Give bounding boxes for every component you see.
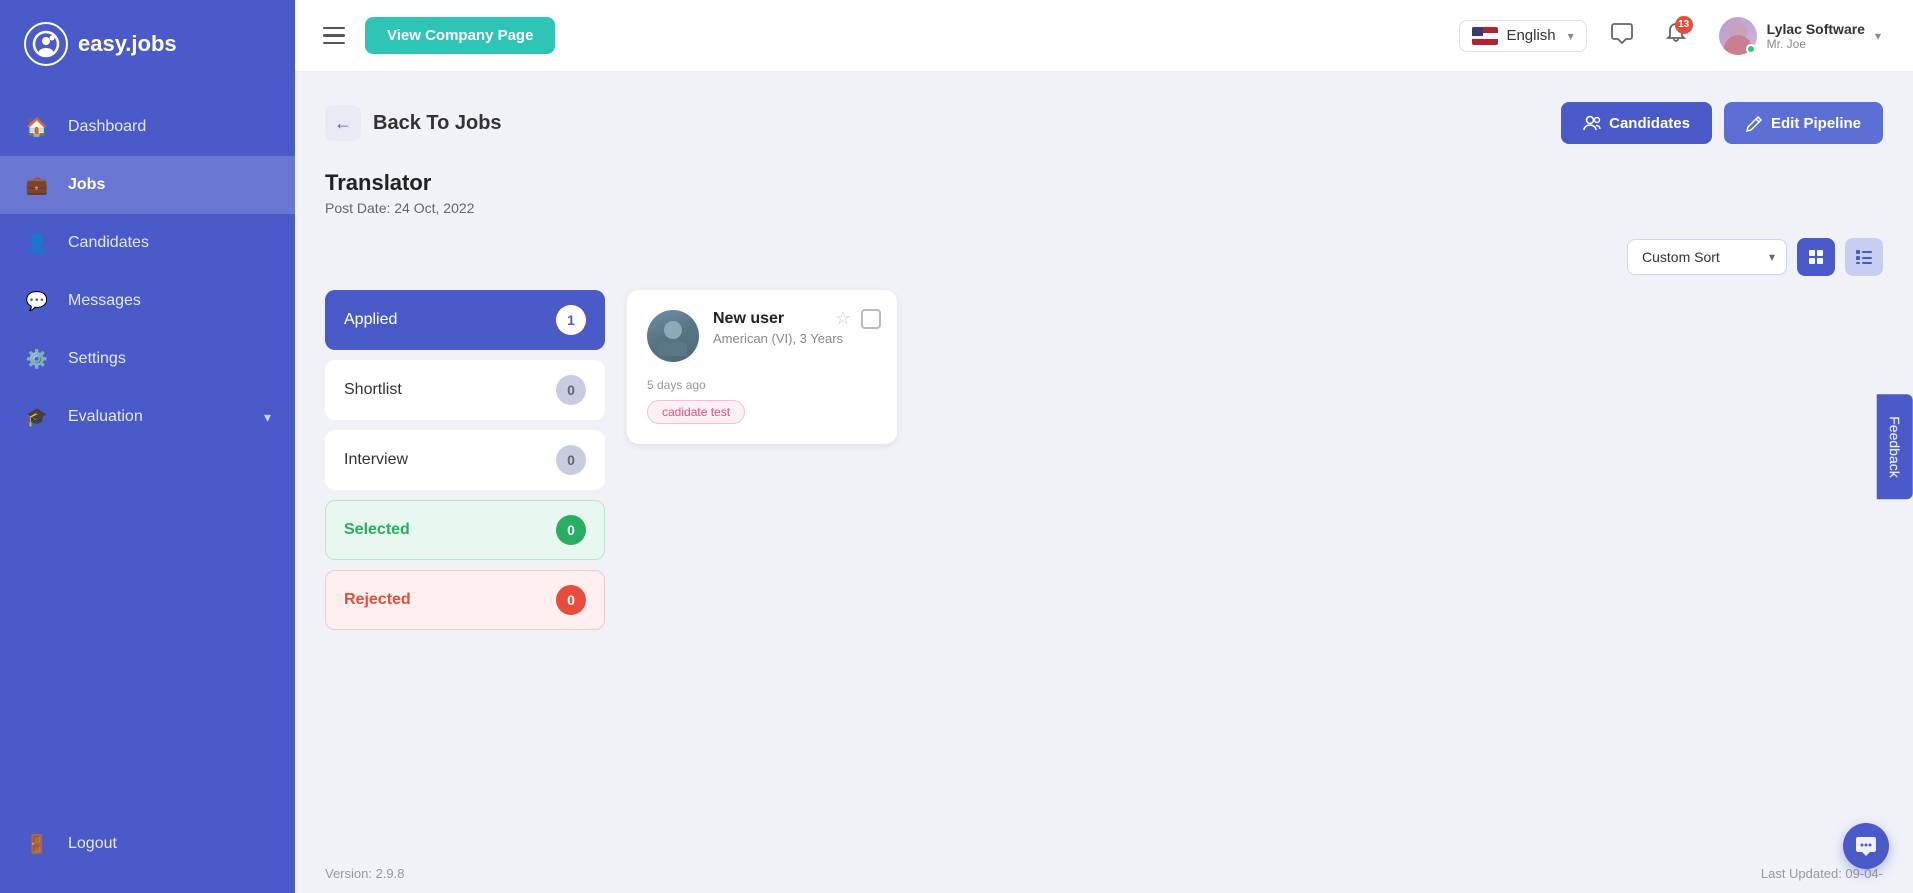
- card-actions: ☆: [833, 306, 881, 331]
- chat-button[interactable]: [1603, 18, 1641, 54]
- sidebar-item-jobs[interactable]: 💼 Jobs: [0, 156, 295, 214]
- stage-rejected-label: Rejected: [344, 591, 411, 609]
- back-to-jobs-link[interactable]: ← Back To Jobs: [325, 105, 502, 141]
- stage-applied-badge: 1: [556, 305, 586, 335]
- logo-icon: [24, 22, 68, 66]
- language-label: English: [1506, 27, 1555, 44]
- sidebar-label-messages: Messages: [68, 292, 141, 310]
- candidates-grid: New user American (VI), 3 Years ☆ 5 days…: [627, 290, 1883, 444]
- sidebar-item-candidates[interactable]: 👤 Candidates: [0, 214, 295, 272]
- sidebar-item-settings[interactable]: ⚙️ Settings: [0, 330, 295, 388]
- sidebar-nav: 🏠 Dashboard 💼 Jobs 👤 Candidates 💬 Messag…: [0, 88, 295, 893]
- notification-badge: 13: [1675, 16, 1693, 34]
- user-icon: 👤: [24, 230, 50, 256]
- candidate-avatar: [647, 310, 699, 362]
- sort-dropdown[interactable]: Custom Sort: [1627, 239, 1787, 275]
- gear-icon: ⚙️: [24, 346, 50, 372]
- version-label: Version: 2.9.8: [325, 866, 405, 881]
- user-menu[interactable]: Lylac Software Mr. Joe ▾: [1711, 13, 1889, 59]
- sidebar-label-evaluation: Evaluation: [68, 408, 143, 426]
- sidebar-item-logout[interactable]: 🚪 Logout: [0, 815, 295, 873]
- stages-column: Applied 1 Shortlist 0 Interview 0 Select…: [325, 290, 605, 630]
- language-chevron-icon: ▾: [1568, 29, 1574, 43]
- main-wrapper: View Company Page English ▾ 13: [295, 0, 1913, 893]
- list-view-button[interactable]: [1845, 238, 1883, 276]
- content-area: ← Back To Jobs Candidates: [295, 72, 1913, 854]
- post-date-label: Post Date:: [325, 200, 390, 216]
- sidebar-label-logout: Logout: [68, 835, 117, 853]
- notification-button[interactable]: 13: [1657, 18, 1695, 54]
- sidebar: easy.jobs 🏠 Dashboard 💼 Jobs 👤 Candidate…: [0, 0, 295, 893]
- feedback-label: Feedback: [1886, 416, 1902, 477]
- candidates-area: New user American (VI), 3 Years ☆ 5 days…: [627, 290, 1883, 444]
- post-date-value: 24 Oct, 2022: [394, 200, 474, 216]
- stage-selected[interactable]: Selected 0: [325, 500, 605, 560]
- logout-icon: 🚪: [24, 831, 50, 857]
- flag-icon: [1472, 27, 1498, 45]
- sidebar-label-candidates: Candidates: [68, 234, 149, 252]
- sort-bar: Custom Sort ▾: [325, 238, 1883, 276]
- edit-pipeline-button[interactable]: Edit Pipeline: [1724, 102, 1883, 144]
- candidate-card: New user American (VI), 3 Years ☆ 5 days…: [627, 290, 897, 444]
- view-company-button[interactable]: View Company Page: [365, 17, 555, 54]
- chevron-down-icon: ▾: [264, 409, 271, 426]
- card-tag: cadidate test: [647, 400, 745, 424]
- back-arrow-button[interactable]: ←: [325, 105, 361, 141]
- sidebar-label-settings: Settings: [68, 350, 126, 368]
- sidebar-label-dashboard: Dashboard: [68, 118, 146, 136]
- stage-shortlist-label: Shortlist: [344, 381, 402, 399]
- stage-selected-badge: 0: [556, 515, 586, 545]
- candidate-meta: American (VI), 3 Years: [713, 331, 877, 346]
- card-date: 5 days ago: [647, 378, 877, 392]
- star-button[interactable]: ☆: [833, 306, 853, 331]
- sidebar-item-evaluation[interactable]: 🎓 Evaluation ▾: [0, 388, 295, 446]
- back-bar: ← Back To Jobs Candidates: [325, 102, 1883, 144]
- company-name: Lylac Software: [1767, 21, 1865, 37]
- menu-button[interactable]: [319, 23, 349, 49]
- stage-shortlist[interactable]: Shortlist 0: [325, 360, 605, 420]
- online-indicator: [1746, 44, 1756, 54]
- user-name: Mr. Joe: [1767, 37, 1865, 51]
- home-icon: 🏠: [24, 114, 50, 140]
- sidebar-item-messages[interactable]: 💬 Messages: [0, 272, 295, 330]
- stage-rejected[interactable]: Rejected 0: [325, 570, 605, 630]
- checkbox-button[interactable]: [861, 309, 881, 329]
- stage-interview-label: Interview: [344, 451, 408, 469]
- grid-view-button[interactable]: [1797, 238, 1835, 276]
- stage-selected-label: Selected: [344, 521, 410, 539]
- language-selector[interactable]: English ▾: [1459, 20, 1586, 52]
- stage-applied-label: Applied: [344, 311, 397, 329]
- logo-text: easy.jobs: [78, 31, 177, 57]
- user-info: Lylac Software Mr. Joe: [1767, 21, 1865, 51]
- stage-interview[interactable]: Interview 0: [325, 430, 605, 490]
- stage-applied[interactable]: Applied 1: [325, 290, 605, 350]
- sidebar-label-jobs: Jobs: [68, 176, 105, 194]
- sidebar-logo: easy.jobs: [0, 0, 295, 88]
- stage-shortlist-badge: 0: [556, 375, 586, 405]
- stage-rejected-badge: 0: [556, 585, 586, 615]
- sort-dropdown-wrapper: Custom Sort ▾: [1627, 239, 1787, 275]
- header: View Company Page English ▾ 13: [295, 0, 1913, 72]
- briefcase-icon: 💼: [24, 172, 50, 198]
- candidates-button[interactable]: Candidates: [1561, 102, 1712, 144]
- chat-bubble-button[interactable]: [1843, 823, 1889, 869]
- chat-icon: 💬: [24, 288, 50, 314]
- edit-pipeline-btn-label: Edit Pipeline: [1771, 115, 1861, 132]
- graduation-icon: 🎓: [24, 404, 50, 430]
- stage-interview-badge: 0: [556, 445, 586, 475]
- job-title: Translator: [325, 170, 1883, 196]
- candidates-btn-label: Candidates: [1609, 115, 1690, 132]
- job-info: Translator Post Date: 24 Oct, 2022: [325, 170, 1883, 216]
- back-label: Back To Jobs: [373, 112, 502, 135]
- pipeline-area: Applied 1 Shortlist 0 Interview 0 Select…: [325, 290, 1883, 630]
- action-buttons: Candidates Edit Pipeline: [1561, 102, 1883, 144]
- feedback-tab[interactable]: Feedback: [1876, 394, 1912, 499]
- sidebar-item-dashboard[interactable]: 🏠 Dashboard: [0, 98, 295, 156]
- job-post-date: Post Date: 24 Oct, 2022: [325, 200, 1883, 216]
- footer: Version: 2.9.8 Last Updated: 09-04-: [295, 854, 1913, 893]
- user-menu-chevron-icon: ▾: [1875, 29, 1881, 43]
